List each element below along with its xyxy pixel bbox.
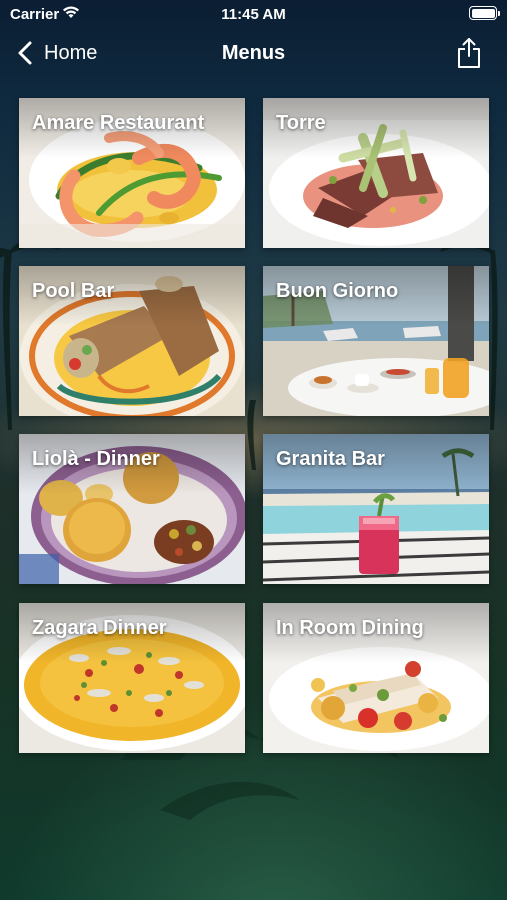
back-button[interactable]: Home	[14, 38, 97, 68]
menu-card-title: Pool Bar	[32, 280, 115, 302]
status-time: 11:45 AM	[221, 6, 286, 23]
menu-card-granita-bar[interactable]: Granita Bar	[263, 434, 489, 584]
navigation-bar: Home Menus	[0, 30, 507, 76]
menu-card-in-room-dining[interactable]: In Room Dining	[263, 603, 489, 753]
menu-card-buon-giorno[interactable]: Buon Giorno	[263, 266, 489, 416]
menu-card-torre[interactable]: Torre	[263, 98, 489, 248]
menu-card-amare-restaurant[interactable]: Amare Restaurant	[19, 98, 245, 248]
menu-card-title: Torre	[276, 112, 326, 134]
share-icon[interactable]	[455, 36, 483, 70]
chevron-left-icon	[18, 41, 32, 65]
status-bar: Carrier 11:45 AM	[0, 0, 507, 28]
menu-card-title: Granita Bar	[276, 448, 385, 470]
menu-card-title: Liolà - Dinner	[32, 448, 160, 470]
menu-card-zagara-dinner[interactable]: Zagara Dinner	[19, 603, 245, 753]
battery-icon	[469, 6, 500, 20]
menu-card-title: In Room Dining	[276, 617, 424, 639]
menu-card-liola-dinner[interactable]: Liolà - Dinner	[19, 434, 245, 584]
back-button-label: Home	[44, 41, 98, 64]
menu-card-title: Zagara Dinner	[32, 617, 167, 639]
menu-card-pool-bar[interactable]: Pool Bar	[19, 266, 245, 416]
menu-card-title: Buon Giorno	[276, 280, 399, 302]
menu-card-title: Amare Restaurant	[32, 112, 205, 134]
